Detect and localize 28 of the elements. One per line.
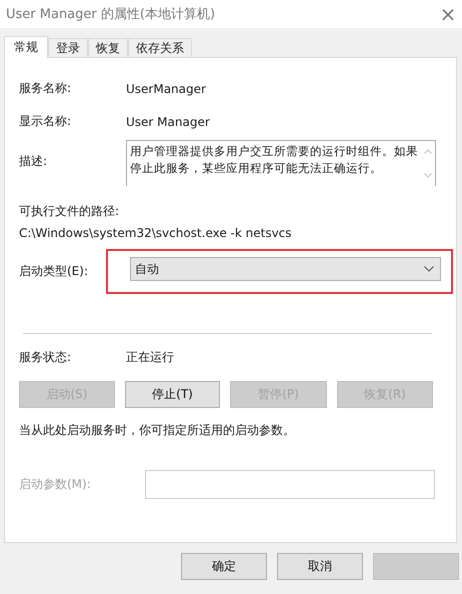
service-button[interactable]: 停止(T) (125, 381, 220, 408)
hint-text: 当从此处启动服务时，你可指定所适用的启动参数。 (19, 422, 296, 439)
tab[interactable]: 登录 (48, 38, 88, 57)
field-value: UserManager (126, 82, 206, 96)
field-value: User Manager (126, 114, 210, 128)
scroll-up-icon[interactable] (424, 149, 432, 154)
close-button[interactable]: × (434, 1, 462, 27)
dialog-button[interactable]: 取消 (277, 553, 363, 580)
window-title: User Manager 的属性(本地计算机) (6, 6, 216, 23)
description-text: 用户管理器提供多用户交互所需要的运行时组件。如果停止此服务，某些应用程序可能无法正确运行。 (129, 143, 419, 177)
description-field[interactable]: 用户管理器提供多用户交互所需要的运行时组件。如果停止此服务，某些应用程序可能无法正确运行。 (126, 140, 436, 186)
field-label: 启动参数(M): (19, 476, 92, 493)
dialog-button[interactable]: 确定 (181, 553, 267, 580)
startup-type-dropdown[interactable]: 自动 (130, 257, 441, 281)
tab[interactable]: 恢复 (88, 38, 128, 57)
scroll-down-icon[interactable] (424, 173, 432, 178)
field-label: 可执行文件的路径: (19, 203, 120, 220)
path-value: C:\Windows\system32\svchost.exe -k netsvcs (19, 226, 293, 240)
field-label: 启动类型(E): (19, 263, 89, 280)
field-label: 服务状态: (19, 349, 72, 366)
field-label: 服务名称: (19, 80, 72, 97)
chevron-down-icon (424, 266, 434, 272)
tab[interactable]: 常规 (4, 36, 48, 58)
field-label: 描述: (19, 153, 48, 170)
dropdown-value: 自动 (135, 260, 159, 278)
status-value: 正在运行 (126, 349, 174, 366)
tab[interactable]: 依存关系 (128, 38, 192, 57)
field-label: 显示名称: (19, 113, 72, 130)
